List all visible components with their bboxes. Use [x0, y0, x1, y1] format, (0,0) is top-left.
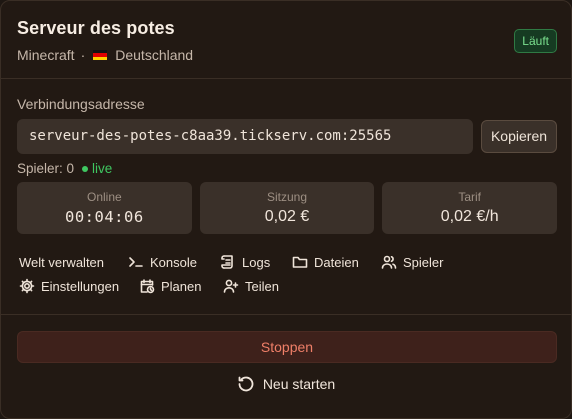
live-label: live: [92, 161, 113, 176]
restart-label: Neu starten: [262, 376, 336, 392]
scroll-icon: [221, 255, 233, 269]
files-label: Dateien: [314, 254, 359, 270]
players-label: Spieler: [403, 254, 444, 270]
files-button[interactable]: Dateien: [292, 254, 359, 270]
player-count-text: Spieler: 0: [17, 161, 75, 176]
player-count: Spieler: 0 live: [17, 161, 112, 176]
game-name: Minecraft: [17, 47, 75, 63]
schedule-label: Planen: [161, 278, 202, 294]
server-header: Serveur des potes Minecraft · Deutschlan…: [17, 18, 555, 63]
stat-session: Sitzung 0,02 €: [199, 182, 375, 234]
server-card: Serveur des potes Minecraft · Deutschlan…: [0, 0, 572, 419]
stat-label: Sitzung: [266, 190, 308, 204]
rotate-ccw-icon: [238, 376, 254, 392]
share-label: Teilen: [245, 278, 279, 294]
header-divider: [1, 78, 571, 79]
connection-address-field[interactable]: serveur-des-potes-c8aa39.tickserv.com:25…: [17, 119, 473, 154]
stats-row: Online 00:04:06 Sitzung 0,02 € Tarif 0,0…: [17, 182, 558, 234]
server-subtitle: Minecraft · Deutschland: [17, 47, 555, 63]
share-button[interactable]: Teilen: [223, 278, 279, 294]
germany-flag-icon: [93, 50, 108, 60]
logs-label: Logs: [242, 254, 271, 270]
copy-button[interactable]: Kopieren: [481, 120, 557, 153]
schedule-button[interactable]: Planen: [139, 278, 201, 294]
terminal-icon: [129, 257, 143, 267]
server-title: Serveur des potes: [17, 18, 175, 38]
folder-icon: [292, 256, 308, 268]
live-dot-icon: [82, 165, 89, 172]
gear-icon: [19, 278, 35, 294]
stop-button[interactable]: Stoppen: [17, 331, 557, 363]
stat-value: 00:04:06: [65, 208, 144, 226]
status-badge: Läuft: [514, 29, 557, 53]
stat-label: Tarif: [458, 190, 482, 204]
restart-button[interactable]: Neu starten: [1, 375, 571, 393]
stat-value: 0,02 €: [264, 208, 310, 225]
stat-value: 0,02 €/h: [440, 208, 499, 225]
players-button[interactable]: Spieler: [381, 254, 443, 270]
stat-online: Online 00:04:06: [17, 182, 192, 234]
settings-label: Einstellungen: [41, 278, 120, 294]
settings-button[interactable]: Einstellungen: [19, 278, 119, 294]
user-plus-icon: [223, 279, 239, 293]
stat-rate: Tarif 0,02 €/h: [382, 182, 558, 234]
console-button[interactable]: Konsole: [128, 254, 197, 270]
calendar-clock-icon: [140, 279, 155, 294]
stat-label: Online: [86, 190, 122, 204]
console-label: Konsole: [150, 254, 197, 270]
controls-divider: [1, 314, 571, 315]
logs-button[interactable]: Logs: [220, 254, 270, 270]
server-region: Deutschland: [115, 47, 194, 63]
users-icon: [381, 255, 397, 269]
manage-world-label: Welt verwalten: [19, 255, 105, 270]
manage-world-button[interactable]: Welt verwalten: [19, 255, 104, 270]
connection-address-label: Verbindungsadresse: [17, 96, 145, 112]
subtitle-separator: ·: [80, 47, 86, 63]
